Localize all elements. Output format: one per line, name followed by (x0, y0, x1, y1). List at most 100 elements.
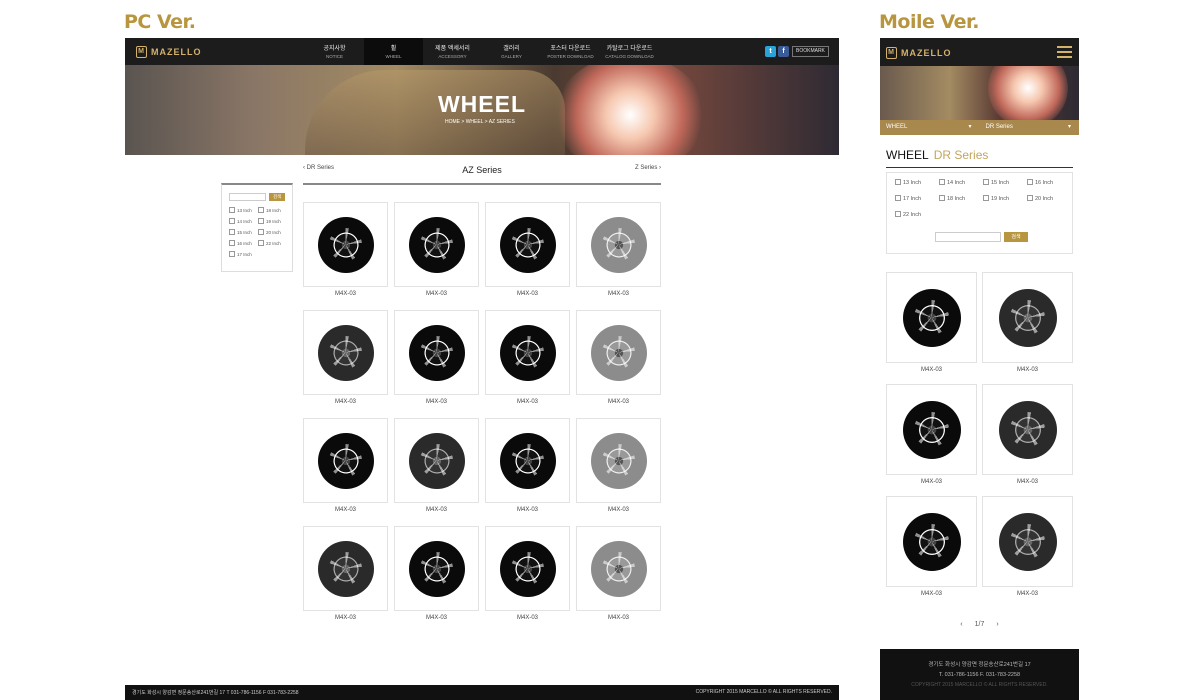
hamburger-menu-icon[interactable] (1057, 46, 1072, 58)
wheel-icon (998, 512, 1057, 571)
product-image[interactable] (303, 526, 388, 611)
product-card[interactable]: M4X-03 (485, 418, 570, 526)
product-card[interactable]: M4X-03 (886, 384, 977, 492)
product-card[interactable]: M4X-03 (303, 526, 388, 634)
product-image[interactable] (394, 418, 479, 503)
search-button[interactable]: 검색 (1004, 232, 1028, 242)
product-card[interactable]: M4X-03 (982, 384, 1073, 492)
size-checkbox[interactable]: 19 Inch (258, 218, 287, 224)
size-checkbox[interactable]: 18 Inch (939, 195, 983, 202)
facebook-icon[interactable]: f (778, 46, 789, 57)
size-checkbox[interactable]: 13 Inch (229, 207, 258, 213)
series-select[interactable]: DR Series ▾ (980, 120, 1080, 135)
product-card[interactable]: M4X-03 (394, 202, 479, 310)
product-card[interactable]: M4X-03 (982, 496, 1073, 604)
size-checkbox[interactable]: 19 Inch (983, 195, 1027, 202)
size-checkbox[interactable]: 22 Inch (895, 211, 939, 218)
size-checkbox[interactable]: 22 Inch (258, 240, 287, 246)
nav-sublabel: NOTICE (325, 54, 343, 59)
product-card[interactable]: M4X-03 (886, 496, 977, 604)
product-image[interactable] (576, 418, 661, 503)
product-image[interactable] (303, 418, 388, 503)
product-image[interactable] (886, 272, 977, 363)
nav-notice[interactable]: 공지사항 NOTICE (305, 38, 364, 65)
pc-hero-banner: WHEEL HOME > WHEEL > AZ SERIES (125, 65, 839, 155)
size-checkbox[interactable]: 14 Inch (939, 179, 983, 186)
search-button[interactable]: 검색 (269, 193, 285, 201)
product-image[interactable] (394, 526, 479, 611)
next-series-link[interactable]: Z Series › (635, 165, 661, 171)
product-card[interactable]: M4X-03 (394, 526, 479, 634)
mobile-logo[interactable]: M MAZELLO (886, 47, 952, 59)
product-image[interactable] (886, 496, 977, 587)
product-image[interactable] (576, 310, 661, 395)
size-checkbox[interactable]: 13 Inch (895, 179, 939, 186)
logo-emblem-icon: M (886, 47, 897, 59)
size-checkbox[interactable]: 16 Inch (229, 240, 258, 246)
breadcrumb[interactable]: HOME > WHEEL > AZ SERIES (445, 119, 515, 125)
product-card[interactable]: M4X-03 (982, 272, 1073, 380)
nav-wheel[interactable]: 휠 WHEEL (364, 38, 423, 65)
nav-catalog-download[interactable]: 카탈로그 다운로드 CATALOG DOWNLOAD (600, 38, 659, 65)
mobile-section-title: WHEEL DR Series (886, 148, 1073, 168)
product-card[interactable]: M4X-03 (303, 418, 388, 526)
product-card[interactable]: M4X-03 (394, 310, 479, 418)
chevron-right-icon[interactable]: › (996, 621, 998, 628)
product-image[interactable] (982, 496, 1073, 587)
nav-sublabel: CATALOG DOWNLOAD (605, 54, 654, 59)
size-checkbox[interactable]: 20 Inch (1027, 195, 1071, 202)
wheel-icon (317, 540, 374, 597)
product-image[interactable] (485, 310, 570, 395)
product-card[interactable]: M4X-03 (576, 418, 661, 526)
size-checkbox[interactable]: 17 Inch (229, 251, 258, 257)
size-checkbox[interactable]: 16 Inch (1027, 179, 1071, 186)
pc-logo[interactable]: M MAZELLO (136, 46, 202, 58)
product-image[interactable] (303, 202, 388, 287)
product-card[interactable]: M4X-03 (303, 202, 388, 310)
product-image[interactable] (485, 526, 570, 611)
wheel-icon (902, 288, 961, 347)
nav-accessory[interactable]: 제품 액세서리 ACCESSORY (423, 38, 482, 65)
product-card[interactable]: M4X-03 (485, 310, 570, 418)
product-image[interactable] (394, 202, 479, 287)
nav-label: 공지사항 (323, 46, 346, 52)
size-checkbox[interactable]: 15 Inch (229, 229, 258, 235)
product-card[interactable]: M4X-03 (303, 310, 388, 418)
nav-poster-download[interactable]: 포스터 다운로드 POSTER DOWNLOAD (541, 38, 600, 65)
product-image[interactable] (886, 384, 977, 475)
mobile-subtitle: DR Series (933, 148, 989, 162)
size-checkbox[interactable]: 18 Inch (258, 207, 287, 213)
wheel-icon (408, 216, 465, 273)
twitter-icon[interactable]: t (765, 46, 776, 57)
category-select[interactable]: WHEEL ▾ (880, 120, 980, 135)
size-checkbox[interactable]: 14 Inch (229, 218, 258, 224)
product-image[interactable] (576, 202, 661, 287)
bookmark-button[interactable]: BOOKMARK (792, 46, 829, 57)
size-checkbox[interactable]: 15 Inch (983, 179, 1027, 186)
size-checkbox[interactable]: 20 Inch (258, 229, 287, 235)
product-image[interactable] (485, 202, 570, 287)
product-card[interactable]: M4X-03 (576, 202, 661, 310)
product-image[interactable] (303, 310, 388, 395)
product-card[interactable]: M4X-03 (576, 310, 661, 418)
product-card[interactable]: M4X-03 (394, 418, 479, 526)
nav-gallery[interactable]: 갤러리 GALLERY (482, 38, 541, 65)
chevron-left-icon[interactable]: ‹ (960, 621, 962, 628)
product-image[interactable] (485, 418, 570, 503)
search-input[interactable] (935, 232, 1001, 242)
product-card[interactable]: M4X-03 (886, 272, 977, 380)
product-card[interactable]: M4X-03 (576, 526, 661, 634)
product-image[interactable] (394, 310, 479, 395)
product-card[interactable]: M4X-03 (485, 526, 570, 634)
current-series-title: AZ Series (462, 165, 502, 175)
wheel-icon (408, 432, 465, 489)
wheel-icon (499, 216, 556, 273)
size-checkbox[interactable]: 17 Inch (895, 195, 939, 202)
product-image[interactable] (982, 272, 1073, 363)
product-image[interactable] (576, 526, 661, 611)
next-series-label: Z Series (634, 165, 658, 171)
product-card[interactable]: M4X-03 (485, 202, 570, 310)
search-input[interactable] (229, 193, 267, 201)
search-row: 검색 (935, 232, 1028, 242)
product-image[interactable] (982, 384, 1073, 475)
